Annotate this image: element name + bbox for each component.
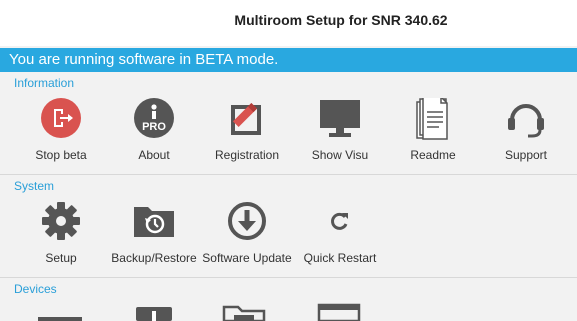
section-label-information: Information <box>14 76 75 90</box>
document-icon <box>413 98 453 140</box>
gear-icon <box>41 201 81 241</box>
devices-tile-2[interactable] <box>134 305 174 321</box>
readme-button[interactable]: Readme <box>386 98 480 178</box>
devices-tile-4[interactable] <box>317 302 363 321</box>
section-label-system: System <box>14 179 55 193</box>
devices-tile-1[interactable] <box>36 314 84 321</box>
stop-beta-icon <box>41 98 81 138</box>
divider-information <box>0 174 577 175</box>
svg-text:PRO: PRO <box>142 121 166 133</box>
divider-system <box>0 277 577 278</box>
section-label-devices: Devices <box>14 282 57 296</box>
restart-icon <box>320 201 360 241</box>
download-icon <box>227 201 267 241</box>
registration-icon <box>227 98 267 138</box>
support-label: Support <box>504 148 548 162</box>
device-panel-icon <box>38 317 82 321</box>
backup-folder-icon <box>134 201 174 241</box>
title-bar: Multiroom Setup for SNR 340.62 <box>0 0 577 46</box>
quick-restart-label: Quick Restart <box>303 251 377 265</box>
support-button[interactable]: Support <box>479 98 573 178</box>
devices-tile-3[interactable] <box>222 303 268 321</box>
setup-button[interactable]: Setup <box>14 201 108 281</box>
device-folder-icon <box>222 305 266 321</box>
monitor-icon <box>320 98 360 138</box>
page-title: Multiroom Setup for SNR 340.62 <box>234 12 448 28</box>
registration-button[interactable]: Registration <box>200 98 294 178</box>
show-visu-button[interactable]: Show Visu <box>293 98 387 178</box>
software-update-button[interactable]: Software Update <box>200 201 294 281</box>
headset-icon <box>506 98 546 138</box>
add-device-icon <box>136 307 172 321</box>
backup-restore-button[interactable]: Backup/Restore <box>107 201 201 281</box>
about-button[interactable]: PRO About <box>107 98 201 178</box>
quick-restart-button[interactable]: Quick Restart <box>293 201 387 281</box>
stop-beta-button[interactable]: Stop beta <box>14 98 108 178</box>
beta-banner-text: You are running software in BETA mode. <box>9 51 279 68</box>
device-window-icon <box>317 303 361 321</box>
beta-banner: You are running software in BETA mode. <box>0 48 577 72</box>
info-pro-icon: PRO <box>134 98 174 138</box>
